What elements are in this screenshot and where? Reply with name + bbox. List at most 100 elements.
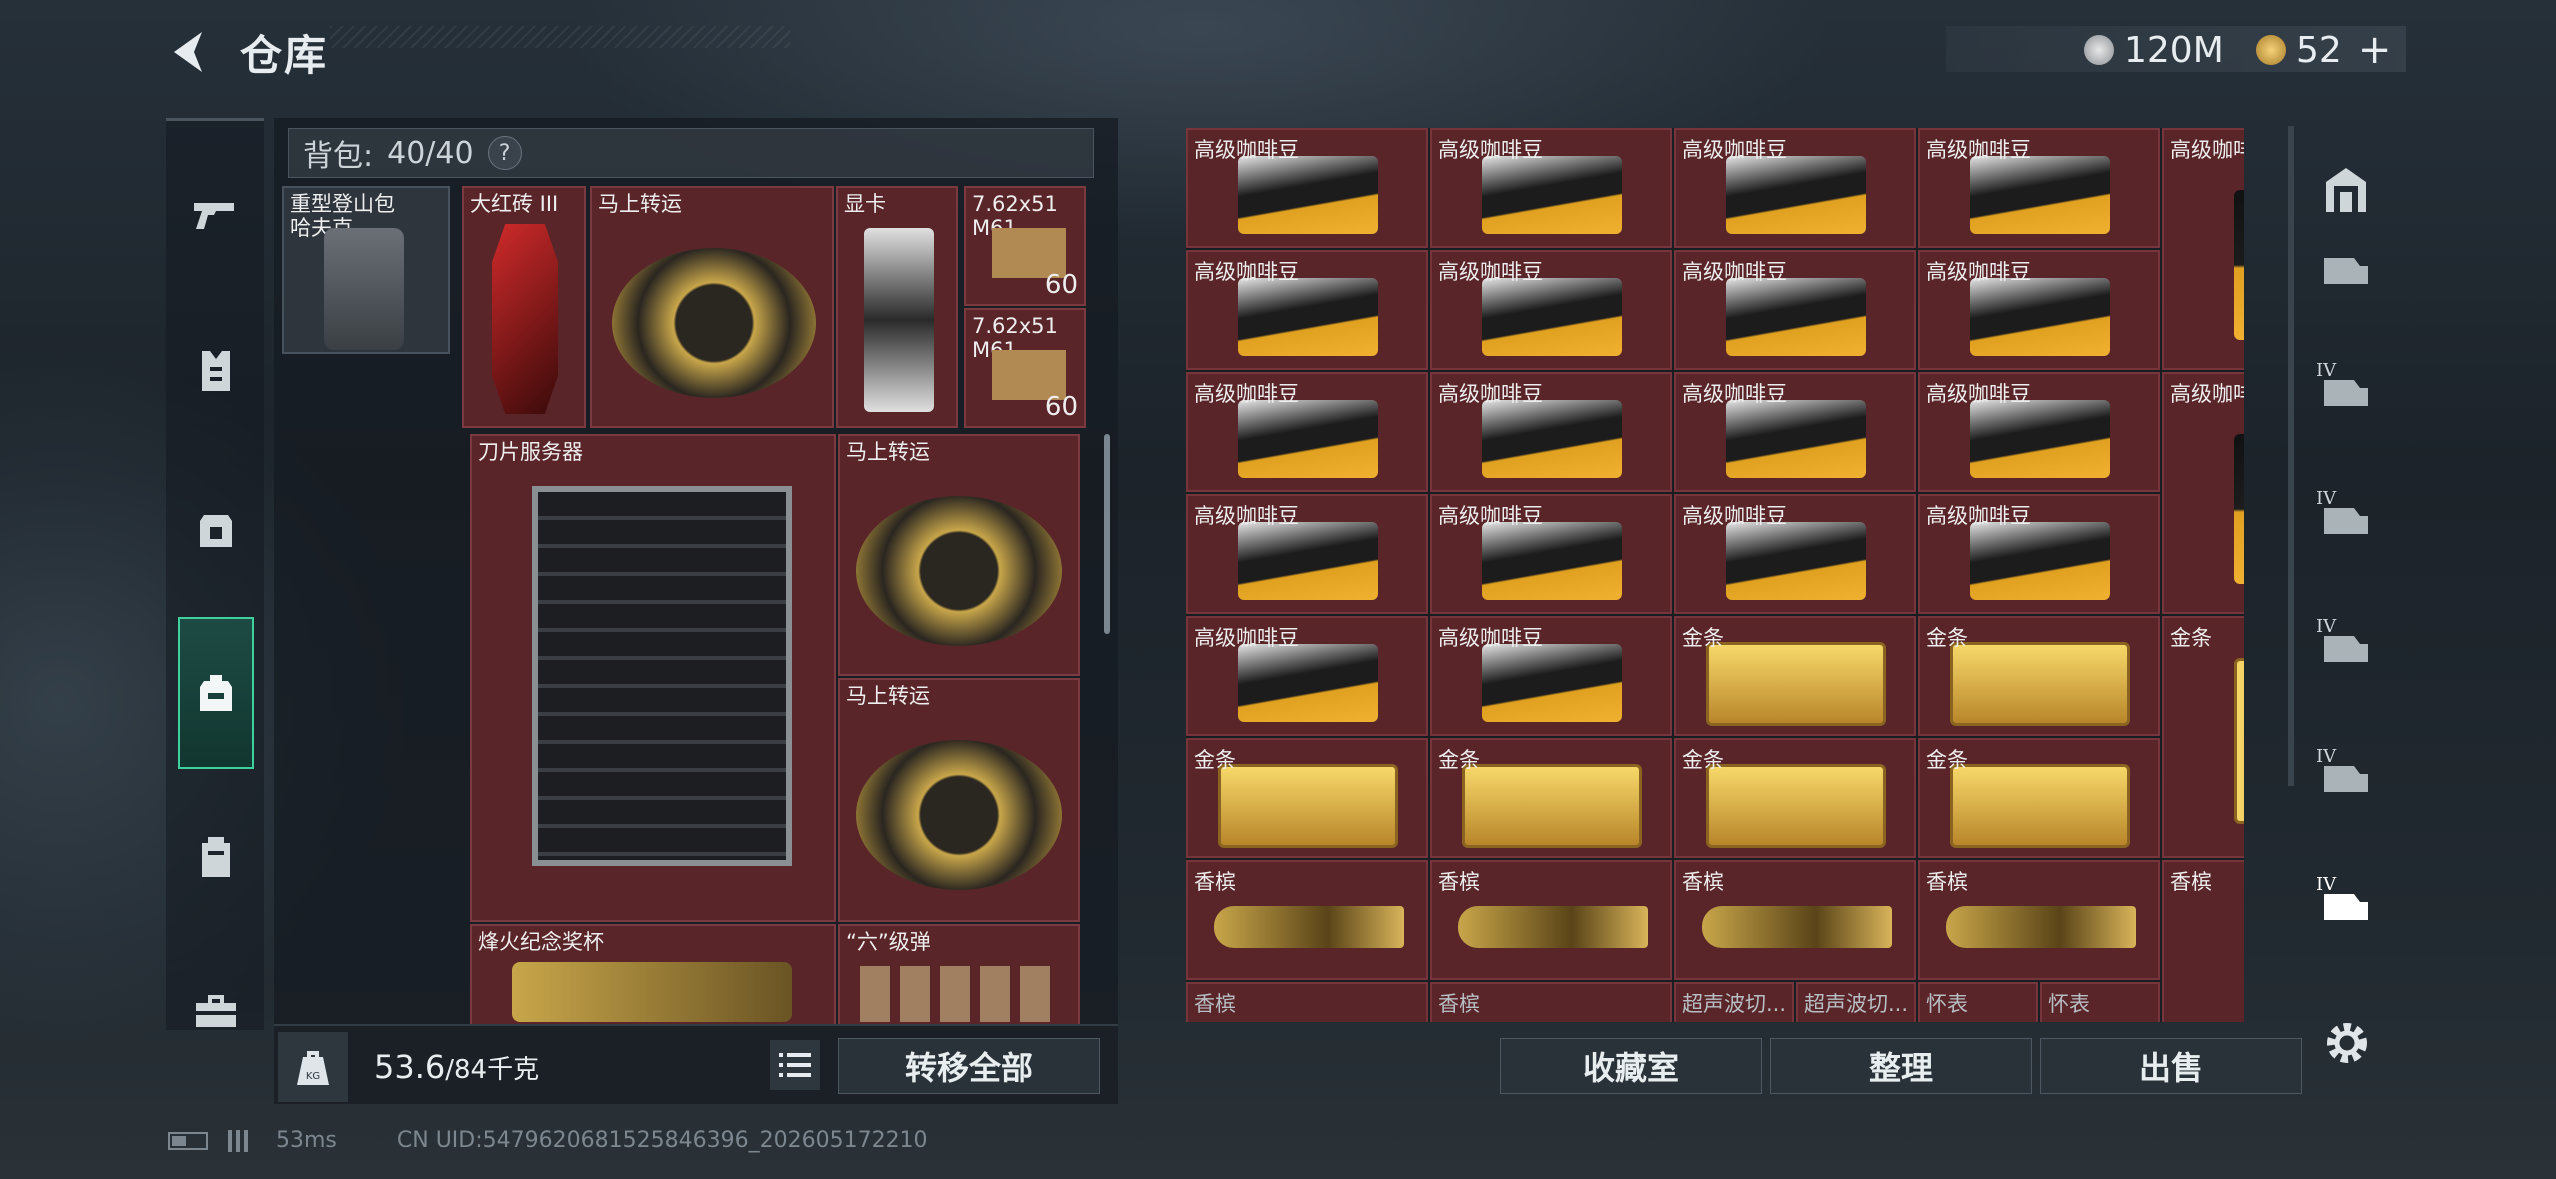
bag-item-ammo-2[interactable]: 7.62x51 M61 60	[964, 308, 1086, 428]
stash-item[interactable]: 超声波切...	[1674, 982, 1794, 1022]
coffee-bag-image	[1726, 156, 1866, 234]
stash-item[interactable]: 香槟	[1918, 860, 2160, 980]
stash-item[interactable]: 金条	[1430, 738, 1672, 858]
currency-silver: 120M	[2084, 28, 2224, 72]
tier-label: IV	[2316, 616, 2337, 637]
item-label: 香槟	[1926, 870, 1968, 894]
item-label: 马上转运	[846, 684, 930, 708]
stash-item[interactable]: 金条	[1186, 738, 1428, 858]
stash-item[interactable]: 金条	[1918, 738, 2160, 858]
bag-item-grade-six-ammo[interactable]: “六”级弹	[838, 924, 1080, 1026]
rail-item-page[interactable]	[2316, 238, 2376, 298]
rail-item-page-iv-2[interactable]: IV	[2316, 488, 2376, 548]
stash-item[interactable]: 高级咖啡豆	[1430, 494, 1672, 614]
help-button[interactable]: ?	[487, 136, 522, 170]
toolbox-icon	[196, 995, 236, 1027]
vest-icon	[202, 351, 230, 391]
bag-item-red-brick[interactable]: 大红砖 III	[462, 186, 586, 428]
rail-item-page-iv-1[interactable]: IV	[2316, 360, 2376, 420]
stash-item[interactable]: 金条	[1918, 616, 2160, 736]
bag-item-backpack[interactable]: 重型登山包 哈夫克	[282, 186, 450, 354]
item-label: 高级咖啡豆	[1194, 504, 1299, 528]
coffee-bag-image	[1482, 522, 1622, 600]
bag-item-blade-server[interactable]: 刀片服务器	[470, 434, 836, 922]
stash-item[interactable]: 怀表	[2040, 982, 2160, 1022]
ping-value: 53ms	[276, 1128, 337, 1153]
stash-item[interactable]: 高级咖啡豆	[1186, 250, 1428, 370]
tier-label: IV	[2316, 746, 2337, 767]
back-arrow-icon[interactable]	[164, 26, 216, 78]
stash-item[interactable]: 香槟	[1674, 860, 1916, 980]
add-currency-button[interactable]: +	[2358, 27, 2392, 73]
sidebar-item-helmet[interactable]	[178, 493, 254, 569]
stash-item[interactable]: 高级咖啡豆	[1918, 372, 2160, 492]
stash-item[interactable]: 超声波切...	[1796, 982, 1916, 1022]
stash-item[interactable]: 高级咖啡豆	[1430, 372, 1672, 492]
transfer-all-button[interactable]: 转移全部	[838, 1038, 1100, 1094]
stash-item[interactable]: 香槟	[1186, 982, 1428, 1022]
stash-item[interactable]: 高级咖啡豆	[1186, 128, 1428, 248]
backpack-label: 背包:	[303, 139, 374, 174]
backpack-capacity: 40/40	[387, 135, 474, 171]
bag-item-ammo-1[interactable]: 7.62x51 M61 60	[964, 186, 1086, 306]
lucky-disc-image	[856, 740, 1062, 890]
sidebar-item-weapons[interactable]	[178, 177, 254, 253]
rail-item-page-iv-4[interactable]: IV	[2316, 746, 2376, 806]
bag-item-trophy[interactable]: 烽火纪念奖杯	[470, 924, 836, 1026]
item-label: 金条	[1926, 748, 1968, 772]
stash-item[interactable]: 高级咖啡豆	[1674, 250, 1916, 370]
currency-silver-value: 120M	[2124, 29, 2224, 71]
stash-item[interactable]: 香槟	[1430, 982, 1672, 1022]
backpack-scrollbar[interactable]	[1104, 434, 1110, 634]
header-stripe	[330, 26, 790, 48]
item-label: 高级咖啡豆	[1194, 138, 1299, 162]
gold-bar-image	[1950, 764, 2130, 848]
sidebar-item-rig[interactable]	[178, 819, 254, 895]
collection-room-button[interactable]: 收藏室	[1500, 1038, 1762, 1094]
stash-item[interactable]: 高级咖啡豆	[1186, 494, 1428, 614]
coffee-bag-image	[1970, 522, 2110, 600]
stash-item[interactable]: 高级咖啡豆	[1430, 128, 1672, 248]
stash-item[interactable]: 高级咖啡豆	[1186, 372, 1428, 492]
stash-item[interactable]: 高级咖啡豆	[2162, 128, 2244, 370]
item-label: 超声波切...	[1682, 992, 1787, 1016]
sidebar-item-armor[interactable]	[178, 333, 254, 409]
bag-item-gpu[interactable]: 显卡	[836, 186, 958, 428]
rail-item-page-iv-3[interactable]: IV	[2316, 616, 2376, 676]
item-label: 高级咖啡豆	[1926, 138, 2031, 162]
stash-item[interactable]: 香槟	[1430, 860, 1672, 980]
stash-item[interactable]: 高级咖啡豆	[1918, 494, 2160, 614]
kettlebell-icon: KG	[297, 1051, 329, 1085]
stash-item[interactable]: 香槟	[2162, 860, 2244, 1022]
stash-item[interactable]: 怀表	[1918, 982, 2038, 1022]
settings-gear-icon[interactable]	[2322, 1018, 2372, 1068]
item-label: 香槟	[1194, 992, 1236, 1016]
rail-item-home[interactable]	[2316, 160, 2376, 220]
stash-item[interactable]: 高级咖啡豆	[1918, 128, 2160, 248]
sidebar-item-toolbox[interactable]	[178, 973, 254, 1049]
bag-item-lucky-disc-3[interactable]: 马上转运	[838, 678, 1080, 922]
stash-scrollbar[interactable]	[2288, 126, 2294, 786]
stash-item[interactable]: 高级咖啡豆	[1430, 250, 1672, 370]
stash-item[interactable]: 高级咖啡豆	[1674, 372, 1916, 492]
lucky-disc-image	[612, 248, 816, 398]
stash-item[interactable]: 高级咖啡豆	[1674, 128, 1916, 248]
stash-item[interactable]: 高级咖啡豆	[1918, 250, 2160, 370]
list-view-button[interactable]	[770, 1040, 820, 1090]
stash-item[interactable]: 金条	[2162, 616, 2244, 858]
item-label: 高级咖啡豆	[1438, 382, 1543, 406]
stash-item[interactable]: 高级咖啡豆	[1430, 616, 1672, 736]
item-label: 高级咖啡豆	[1926, 504, 2031, 528]
bag-item-lucky-disc-2[interactable]: 马上转运	[838, 434, 1080, 676]
stash-item[interactable]: 高级咖啡豆	[2162, 372, 2244, 614]
sidebar-item-backpack[interactable]	[178, 617, 254, 769]
stash-item[interactable]: 高级咖啡豆	[1186, 616, 1428, 736]
sell-button[interactable]: 出售	[2040, 1038, 2302, 1094]
rail-item-page-iv-5[interactable]: IV	[2316, 874, 2376, 934]
stash-item[interactable]: 香槟	[1186, 860, 1428, 980]
bag-item-lucky-disc[interactable]: 马上转运	[590, 186, 834, 428]
stash-item[interactable]: 金条	[1674, 616, 1916, 736]
stash-item[interactable]: 金条	[1674, 738, 1916, 858]
stash-item[interactable]: 高级咖啡豆	[1674, 494, 1916, 614]
organize-button[interactable]: 整理	[1770, 1038, 2032, 1094]
